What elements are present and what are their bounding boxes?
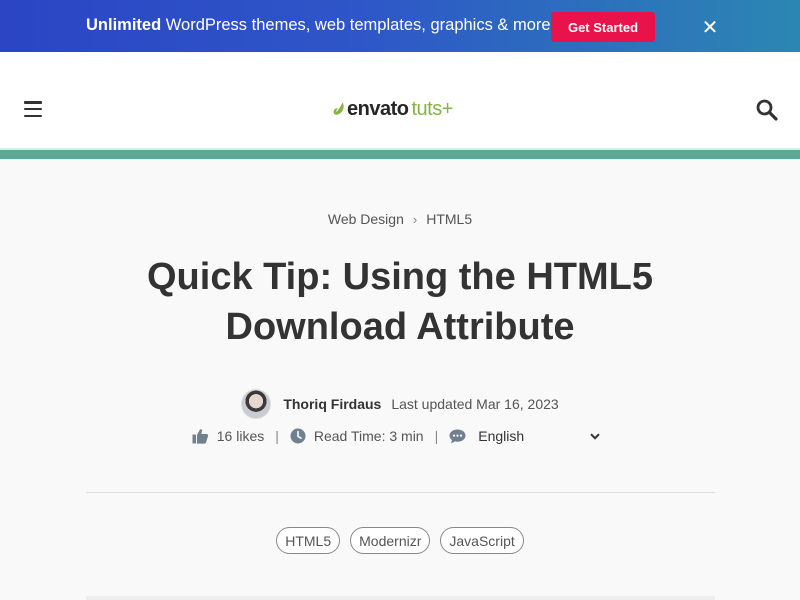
chat-bubble-icon [449, 429, 466, 443]
promo-banner: Unlimited WordPress themes, web template… [0, 0, 800, 52]
logo-main-text: envato [347, 97, 409, 120]
author-row: Thoriq Firdaus Last updated Mar 16, 2023 [0, 389, 800, 419]
language: English [449, 428, 608, 444]
clock-icon [290, 428, 306, 444]
article-title: Quick Tip: Using the HTML5 Download Attr… [147, 256, 653, 348]
author-avatar[interactable] [241, 389, 272, 419]
tag-modernizr[interactable]: Modernizr [350, 527, 431, 554]
last-updated: Last updated Mar 16, 2023 [391, 396, 559, 412]
language-select[interactable]: English [478, 428, 608, 444]
promo-text-rest: WordPress themes, web templates, graphic… [161, 16, 556, 34]
envato-leaf-icon [333, 102, 344, 115]
accent-bar [0, 148, 800, 159]
site-logo[interactable]: envato tuts+ [333, 96, 453, 122]
search-icon[interactable] [755, 98, 779, 122]
promo-text-bold: Unlimited [86, 16, 162, 34]
language-value: English [478, 428, 525, 444]
chevron-right-icon: › [412, 211, 418, 227]
promo-text: Unlimited WordPress themes, web template… [86, 16, 555, 35]
close-icon[interactable]: ✕ [699, 16, 721, 39]
tag-html5[interactable]: HTML5 [276, 527, 341, 554]
breadcrumb: Web Design › HTML5 [0, 211, 800, 227]
chevron-down-icon [590, 432, 600, 440]
tag-list: HTML5 Modernizr JavaScript [0, 527, 800, 554]
read-time-text: Read Time: 3 min [313, 428, 424, 444]
thumbs-up-icon [192, 429, 208, 444]
breadcrumb-web-design[interactable]: Web Design [328, 211, 404, 227]
tag-javascript[interactable]: JavaScript [440, 527, 524, 554]
likes[interactable]: 16 likes [192, 428, 264, 444]
author-name[interactable]: Thoriq Firdaus [283, 396, 381, 412]
menu-icon[interactable] [24, 101, 42, 118]
meta-separator: | [275, 428, 279, 444]
site-header: envato tuts+ [0, 52, 800, 148]
divider [86, 492, 715, 493]
meta-row: 16 likes | Read Time: 3 min | English [0, 428, 800, 444]
logo-sub-text: tuts+ [411, 97, 453, 120]
get-started-button[interactable]: Get Started [551, 12, 655, 42]
read-time: Read Time: 3 min [290, 428, 424, 444]
breadcrumb-html5[interactable]: HTML5 [426, 211, 472, 227]
meta-separator: | [434, 428, 439, 444]
content-top-edge [86, 596, 715, 600]
likes-count: 16 likes [216, 428, 265, 444]
